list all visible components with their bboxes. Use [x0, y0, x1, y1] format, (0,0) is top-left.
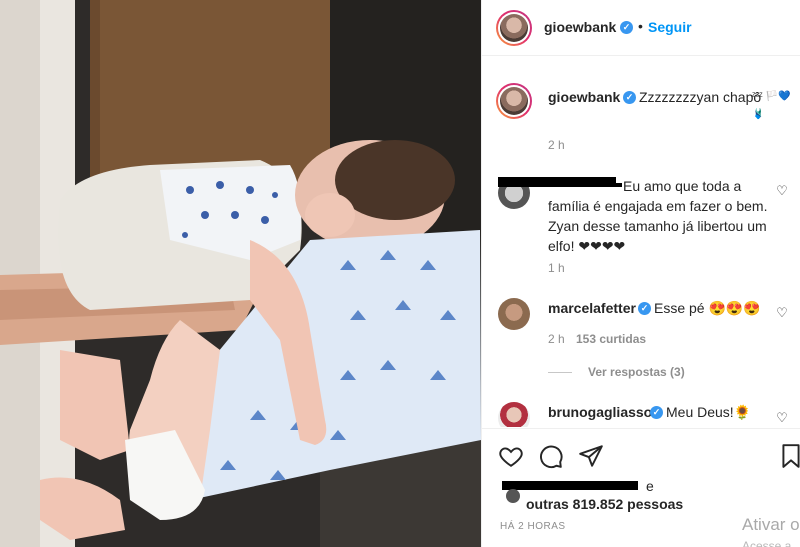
- likes-connector: e: [646, 478, 654, 494]
- caption-emoji: ᶻᶻᶻ 🏳️💙🩱: [752, 91, 791, 120]
- comment-avatar[interactable]: [498, 402, 530, 427]
- caption-time: 2 h: [548, 138, 565, 152]
- separator-dot: •: [638, 18, 643, 34]
- follow-button[interactable]: Seguir: [648, 19, 692, 35]
- windows-activation-watermark: Ativar o: [742, 515, 800, 534]
- post-side-panel: gioewbank ✓ • Seguir gioewbank ✓ Zzzzzzz…: [481, 0, 800, 547]
- view-replies-link[interactable]: Ver respostas (3): [588, 365, 685, 379]
- redacted-liker-name: [502, 481, 638, 490]
- verified-badge-icon: ✓: [638, 302, 651, 315]
- paper-plane-icon[interactable]: [578, 443, 604, 469]
- comment-like-heart-icon[interactable]: ♡: [775, 411, 789, 425]
- post-photo[interactable]: [0, 0, 481, 547]
- comment-like-heart-icon[interactable]: ♡: [775, 306, 789, 320]
- comment-text: Meu Deus!🌻: [666, 404, 752, 420]
- windows-activation-subtext: Acesse a: [742, 539, 792, 547]
- post-actions: e outras 819.852 pessoas HÁ 2 HORAS Ativ…: [482, 428, 800, 547]
- caption-username[interactable]: gioewbank: [548, 89, 620, 105]
- comment-time: 1 h: [548, 261, 565, 275]
- comment-avatar[interactable]: [498, 298, 530, 330]
- baby-photo-illustration: [0, 0, 481, 547]
- speech-bubble-icon[interactable]: [538, 443, 564, 469]
- author-avatar[interactable]: [496, 10, 532, 46]
- post-header: gioewbank ✓ • Seguir: [482, 0, 800, 56]
- verified-badge-icon: ✓: [623, 91, 636, 104]
- comments-list[interactable]: gioewbank ✓ Zzzzzzzzyan chapô ᶻᶻᶻ 🏳️💙🩱 2…: [482, 57, 800, 427]
- comment-like-heart-icon[interactable]: ♡: [775, 184, 789, 198]
- instagram-post-modal: gioewbank ✓ • Seguir gioewbank ✓ Zzzzzzz…: [0, 0, 800, 547]
- comment-text: Eu amo que toda a família é engajada em …: [548, 178, 768, 254]
- comment-text: Esse pé 😍😍😍: [654, 300, 761, 316]
- verified-badge-icon: ✓: [650, 406, 663, 419]
- replies-divider: [548, 372, 572, 373]
- liker-avatar: [506, 489, 520, 503]
- likes-others-link[interactable]: outras 819.852 pessoas: [526, 496, 683, 512]
- comment-time: 2 h: [548, 332, 565, 346]
- verified-badge-icon: ✓: [620, 21, 633, 34]
- heart-outline-icon[interactable]: [498, 443, 524, 469]
- bookmark-icon[interactable]: [778, 443, 800, 469]
- post-timestamp: HÁ 2 HORAS: [500, 521, 566, 532]
- caption-text: Zzzzzzzzyan chapô: [639, 89, 762, 105]
- caption-avatar[interactable]: [496, 83, 532, 119]
- comment-username[interactable]: brunogagliasso: [548, 404, 652, 420]
- comment-username[interactable]: marcelafetter: [548, 300, 636, 316]
- author-username[interactable]: gioewbank: [544, 19, 616, 35]
- comment-likes-count[interactable]: 153 curtidas: [576, 332, 646, 346]
